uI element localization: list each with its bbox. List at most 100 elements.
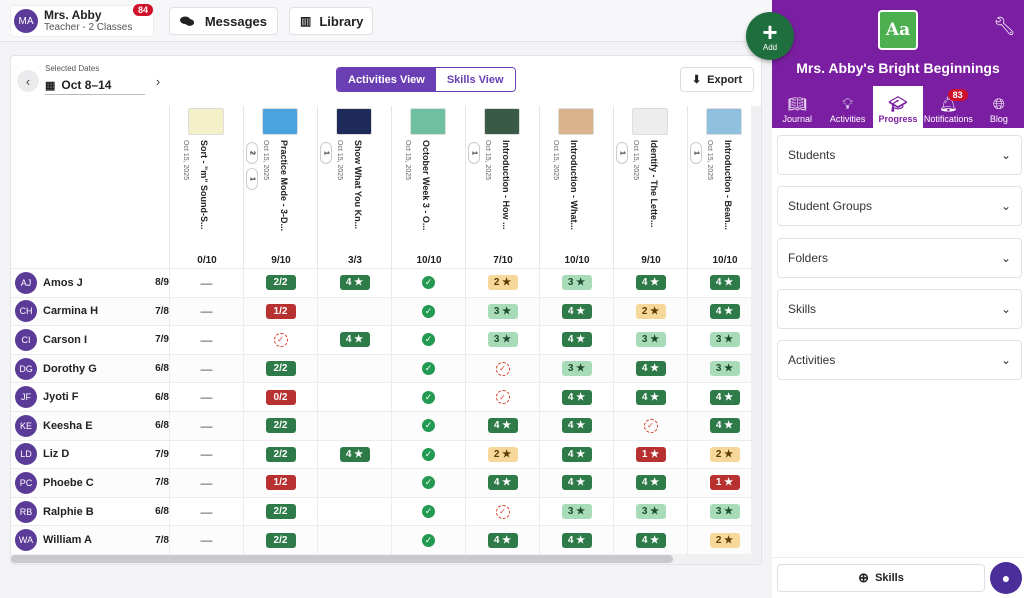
wrench-icon[interactable]: 🔧︎ xyxy=(993,16,1016,37)
result-cell[interactable]: 4 ★ xyxy=(317,326,391,354)
result-cell[interactable]: 2/2 xyxy=(243,440,317,469)
result-cell[interactable]: — xyxy=(169,411,243,440)
result-cell[interactable]: 3 ★ xyxy=(613,497,687,526)
result-cell[interactable]: 4 ★ xyxy=(465,469,539,497)
add-button[interactable]: + Add xyxy=(746,12,794,60)
result-cell[interactable]: ✓ xyxy=(391,354,465,383)
result-cell[interactable]: 3 ★ xyxy=(465,297,539,326)
result-cell[interactable]: — xyxy=(169,497,243,526)
result-cell[interactable]: 4 ★ xyxy=(317,269,391,297)
result-cell[interactable]: ✓ xyxy=(391,440,465,469)
result-cell[interactable]: 2 ★ xyxy=(465,269,539,297)
result-cell[interactable]: 1 ★ xyxy=(613,440,687,469)
result-cell[interactable]: 2 ★ xyxy=(687,440,761,469)
result-cell[interactable]: 4 ★ xyxy=(539,411,613,440)
result-cell[interactable]: ✓ xyxy=(391,297,465,326)
result-cell[interactable]: 4 ★ xyxy=(539,326,613,354)
activity-column-header[interactable]: Oct 15, 2025 Introduction - What... 10/10 xyxy=(539,106,613,268)
result-cell[interactable]: 1 ★ xyxy=(687,469,761,497)
result-cell[interactable]: 4 ★ xyxy=(687,411,761,440)
activity-column-header[interactable]: Oct 15, 2025 Sort - "m" Sound-S... 0/10 xyxy=(169,106,243,268)
result-cell[interactable]: 3 ★ xyxy=(539,354,613,383)
result-cell[interactable]: 3 ★ xyxy=(687,354,761,383)
activity-column-header[interactable]: 1 Oct 15, 2025 Identify - The Lette... 9/10 xyxy=(613,106,687,268)
student-cell[interactable]: KE Keesha E 6/8 xyxy=(11,412,169,440)
result-cell[interactable]: ✓ xyxy=(391,526,465,554)
vertical-scrollbar[interactable] xyxy=(751,106,761,556)
activity-column-header[interactable]: Oct 15, 2025 October Week 3 - O... 10/10 xyxy=(391,106,465,268)
result-cell[interactable]: 4 ★ xyxy=(539,526,613,554)
result-cell[interactable]: 4 ★ xyxy=(539,440,613,469)
result-cell[interactable]: 4 ★ xyxy=(687,383,761,411)
date-range-field[interactable]: ▦ Oct 8–14 xyxy=(45,78,145,95)
activity-column-header[interactable]: 1 Oct 15, 2025 Introduction - Bean... 10/10 xyxy=(687,106,761,268)
tab-progress[interactable]: 🎓︎ Progress xyxy=(872,86,924,128)
next-week-button[interactable]: › xyxy=(147,70,169,92)
section-activities[interactable]: Activities ⌄ xyxy=(777,340,1022,381)
result-cell[interactable]: — xyxy=(169,383,243,411)
result-cell[interactable]: 4 ★ xyxy=(687,297,761,326)
skills-view-button[interactable]: Skills View xyxy=(435,68,515,91)
result-cell[interactable]: 2/2 xyxy=(243,411,317,440)
result-cell[interactable]: ✓ xyxy=(391,497,465,526)
result-cell[interactable]: 4 ★ xyxy=(613,269,687,297)
user-menu[interactable]: MA Mrs. Abby Teacher - 2 Classes 84 xyxy=(10,4,154,37)
result-cell[interactable]: 2/2 xyxy=(243,526,317,554)
result-cell[interactable]: — xyxy=(169,326,243,354)
library-button[interactable]: ▥ Library xyxy=(289,7,373,35)
student-cell[interactable]: WA William A 7/8 xyxy=(11,526,169,554)
result-cell[interactable]: ✓ xyxy=(465,383,539,411)
result-cell[interactable]: ✓ xyxy=(465,497,539,526)
result-cell[interactable]: 4 ★ xyxy=(465,526,539,554)
result-cell[interactable]: 4 ★ xyxy=(613,354,687,383)
student-cell[interactable]: DG Dorothy G 6/8 xyxy=(11,355,169,383)
activity-column-header[interactable]: 1 Oct 15, 2025 Introduction - How ... 7/10 xyxy=(465,106,539,268)
result-cell[interactable]: 2/2 xyxy=(243,354,317,383)
result-cell[interactable]: — xyxy=(169,440,243,469)
scroll-thumb[interactable] xyxy=(11,555,673,563)
result-cell[interactable]: 3 ★ xyxy=(687,326,761,354)
student-cell[interactable]: LD Liz D 7/9 xyxy=(11,441,169,469)
student-cell[interactable]: CH Carmina H 7/8 xyxy=(11,298,169,326)
result-cell[interactable]: 4 ★ xyxy=(539,469,613,497)
chat-icon[interactable]: ● xyxy=(990,562,1022,594)
result-cell[interactable]: ✓ xyxy=(391,411,465,440)
horizontal-scrollbar[interactable] xyxy=(11,554,761,564)
result-cell[interactable]: 4 ★ xyxy=(317,440,391,469)
result-cell[interactable]: 3 ★ xyxy=(539,497,613,526)
student-cell[interactable]: CI Carson I 7/9 xyxy=(11,326,169,354)
result-cell[interactable]: 3 ★ xyxy=(687,497,761,526)
result-cell[interactable]: 2/2 xyxy=(243,497,317,526)
result-cell[interactable]: 2 ★ xyxy=(687,526,761,554)
result-cell[interactable]: — xyxy=(169,269,243,297)
result-cell[interactable]: — xyxy=(169,526,243,554)
result-cell[interactable]: 2 ★ xyxy=(465,440,539,469)
result-cell[interactable]: ✓ xyxy=(391,383,465,411)
student-cell[interactable]: PC Phoebe C 7/8 xyxy=(11,469,169,497)
tab-blog[interactable]: 🌐︎ Blog xyxy=(974,86,1024,128)
section-folders[interactable]: Folders ⌄ xyxy=(777,237,1022,278)
messages-button[interactable]: Messages xyxy=(169,7,278,35)
tab-journal[interactable]: 📖︎ Journal xyxy=(772,86,822,128)
result-cell[interactable]: 4 ★ xyxy=(539,297,613,326)
student-cell[interactable]: AJ Amos J 8/9 xyxy=(11,269,169,297)
result-cell[interactable]: 3 ★ xyxy=(539,269,613,297)
result-cell[interactable]: 4 ★ xyxy=(687,269,761,297)
tab-notifications[interactable]: 🔔︎ Notifications 83 xyxy=(923,86,973,128)
activity-column-header[interactable]: 1 Oct 15, 2025 Show What You Kn... 3/3 xyxy=(317,106,391,268)
section-student-groups[interactable]: Student Groups ⌄ xyxy=(777,186,1022,227)
result-cell[interactable]: 4 ★ xyxy=(613,469,687,497)
result-cell[interactable]: 4 ★ xyxy=(539,383,613,411)
result-cell[interactable]: 4 ★ xyxy=(613,526,687,554)
result-cell[interactable]: 3 ★ xyxy=(465,326,539,354)
add-skills-button[interactable]: ⊕ Skills xyxy=(777,564,985,592)
export-button[interactable]: ⬇ Export xyxy=(679,67,754,92)
prev-week-button[interactable]: ‹ xyxy=(17,70,39,92)
result-cell[interactable]: ✓ xyxy=(243,326,317,354)
result-cell[interactable]: ✓ xyxy=(613,411,687,440)
result-cell[interactable]: ✓ xyxy=(391,326,465,354)
result-cell[interactable]: 1/2 xyxy=(243,297,317,326)
result-cell[interactable]: ✓ xyxy=(391,269,465,297)
result-cell[interactable]: 4 ★ xyxy=(613,383,687,411)
result-cell[interactable]: — xyxy=(169,469,243,497)
